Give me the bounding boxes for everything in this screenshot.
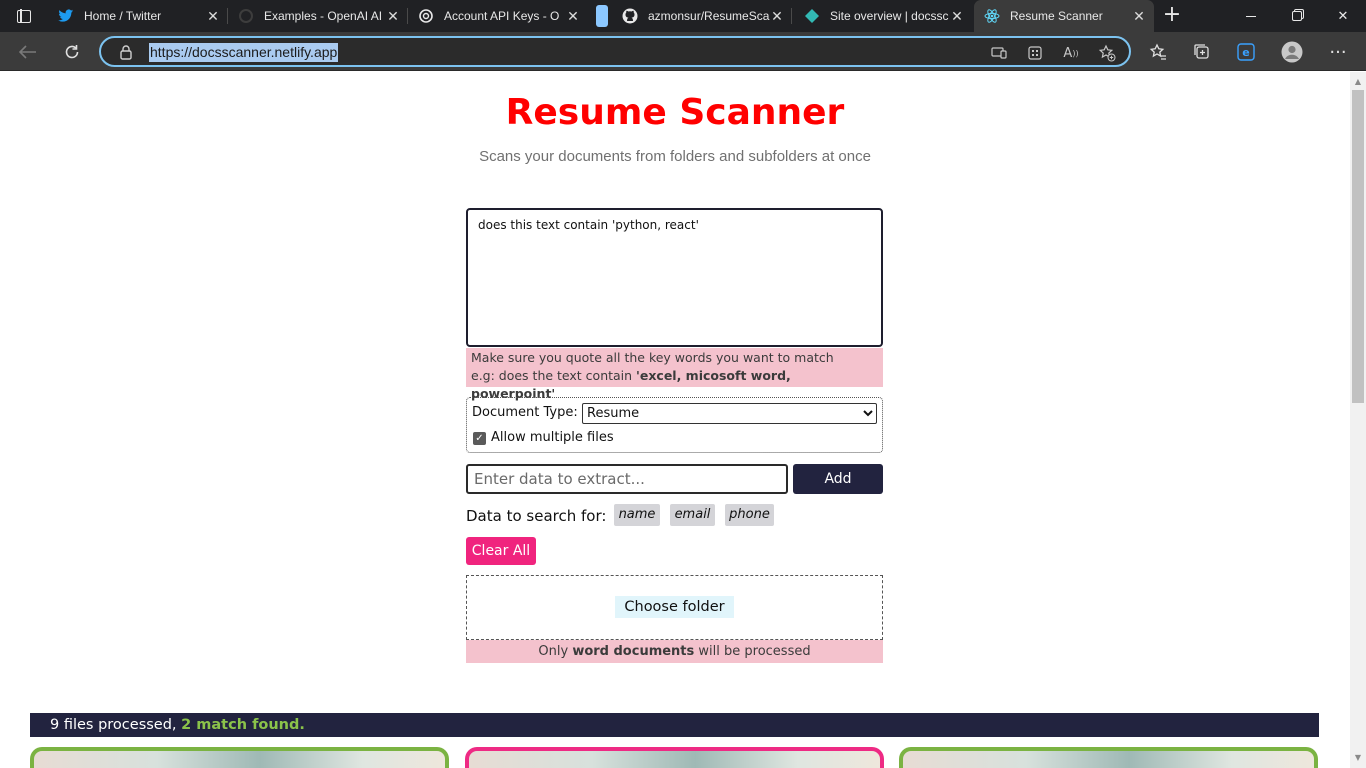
page-scrollbar[interactable]: ▲ ▼ <box>1350 72 1366 768</box>
close-tab-icon[interactable]: ✕ <box>1132 9 1146 23</box>
page-viewport: Resume Scanner Scans your documents from… <box>0 72 1350 768</box>
word-docs-note: Only word documents will be processed <box>466 640 883 663</box>
hint-example-prefix: e.g: does the text contain <box>471 368 637 383</box>
settings-more-icon[interactable]: ··· <box>1324 38 1352 66</box>
document-type-select[interactable]: Resume <box>582 403 877 424</box>
refresh-button[interactable] <box>58 38 86 66</box>
openai-icon <box>238 8 254 24</box>
note-suffix: will be processed <box>694 644 811 659</box>
query-hint: Make sure you quote all the key words yo… <box>466 348 883 401</box>
lock-icon <box>119 44 133 60</box>
note-prefix: Only <box>538 644 573 659</box>
edge-icon[interactable]: e <box>1232 38 1260 66</box>
netlify-icon <box>804 8 820 24</box>
close-window-button[interactable]: ✕ <box>1320 0 1366 32</box>
allow-multiple-label[interactable]: Allow multiple files <box>491 430 614 445</box>
tab-twitter[interactable]: Home / Twitter ✕ <box>48 0 228 32</box>
url-text[interactable]: https://docsscanner.netlify.app <box>149 43 339 62</box>
blank-tab-icon <box>596 5 608 27</box>
collections-button[interactable] <box>1188 38 1216 66</box>
twitter-icon <box>58 8 74 24</box>
minimize-button[interactable] <box>1228 0 1274 32</box>
search-chip-email[interactable]: email <box>670 504 715 526</box>
react-icon <box>984 8 1000 24</box>
address-bar[interactable]: https://docsscanner.netlify.app A)) <box>99 36 1131 67</box>
profile-avatar[interactable] <box>1278 38 1306 66</box>
restore-icon <box>1292 11 1302 21</box>
note-bold: word documents <box>572 644 695 659</box>
browser-tab-bar: Home / Twitter ✕ Examples - OpenAI AI ✕ … <box>0 0 1366 32</box>
add-favorite-icon[interactable] <box>1097 43 1117 63</box>
tab-openai-keys[interactable]: Account API Keys - O ✕ <box>408 0 588 32</box>
files-processed-text: 9 files processed, <box>50 717 182 733</box>
openai-icon <box>418 8 434 24</box>
document-type-label: Document Type: <box>472 405 578 420</box>
extract-data-input[interactable] <box>466 464 788 494</box>
search-chip-phone[interactable]: phone <box>725 504 774 526</box>
add-button[interactable]: Add <box>793 464 883 494</box>
svg-text:e: e <box>1242 46 1249 59</box>
result-card[interactable] <box>899 747 1318 768</box>
page-subtitle: Scans your documents from folders and su… <box>479 148 871 165</box>
scroll-down-arrow-icon[interactable]: ▼ <box>1350 750 1366 766</box>
minimize-icon <box>1246 15 1256 17</box>
tab-actions-icon <box>17 9 31 23</box>
document-options: Document Type: Resume ✓ Allow multiple f… <box>466 397 883 453</box>
close-tab-icon[interactable]: ✕ <box>386 9 400 23</box>
github-icon <box>622 8 638 24</box>
app-available-icon[interactable] <box>989 43 1009 63</box>
close-tab-icon[interactable]: ✕ <box>950 9 964 23</box>
tab-openai-examples[interactable]: Examples - OpenAI AI ✕ <box>228 0 408 32</box>
close-tab-icon[interactable]: ✕ <box>206 9 220 23</box>
page-title: Resume Scanner <box>505 92 845 133</box>
qr-code-icon[interactable] <box>1025 43 1045 63</box>
close-icon: ✕ <box>1337 8 1349 24</box>
new-tab-button[interactable]: + <box>1158 0 1186 32</box>
clear-all-button[interactable]: Clear All <box>466 537 536 565</box>
search-for-label: Data to search for: <box>466 507 607 525</box>
back-button[interactable] <box>14 38 42 66</box>
tab-separator <box>791 8 792 24</box>
tab-actions-button[interactable] <box>0 0 48 32</box>
choose-folder-button[interactable]: Choose folder <box>615 596 734 618</box>
close-tab-icon[interactable]: ✕ <box>770 9 784 23</box>
read-aloud-icon[interactable]: A)) <box>1061 43 1081 63</box>
scrollbar-thumb[interactable] <box>1352 90 1364 403</box>
tab-github[interactable]: azmonsur/ResumeSca ✕ <box>614 0 792 32</box>
tab-resume-scanner[interactable]: Resume Scanner ✕ <box>974 0 1154 32</box>
result-card[interactable] <box>465 747 884 768</box>
favorites-button[interactable] <box>1144 38 1172 66</box>
allow-multiple-checkbox[interactable]: ✓ <box>473 432 486 445</box>
result-card[interactable] <box>30 747 449 768</box>
restore-button[interactable] <box>1274 0 1320 32</box>
results-summary-bar: 9 files processed, 2 match found. <box>30 713 1319 737</box>
search-chip-name[interactable]: name <box>614 504 660 526</box>
close-tab-icon[interactable]: ✕ <box>566 9 580 23</box>
match-count-text: 2 match found. <box>181 717 305 733</box>
scroll-up-arrow-icon[interactable]: ▲ <box>1350 74 1366 90</box>
query-textarea[interactable]: does this text contain 'python, react' <box>466 208 883 347</box>
hint-line-1: Make sure you quote all the key words yo… <box>471 350 834 365</box>
tab-netlify[interactable]: Site overview | docssc ✕ <box>794 0 972 32</box>
tab-blank[interactable] <box>590 0 612 32</box>
